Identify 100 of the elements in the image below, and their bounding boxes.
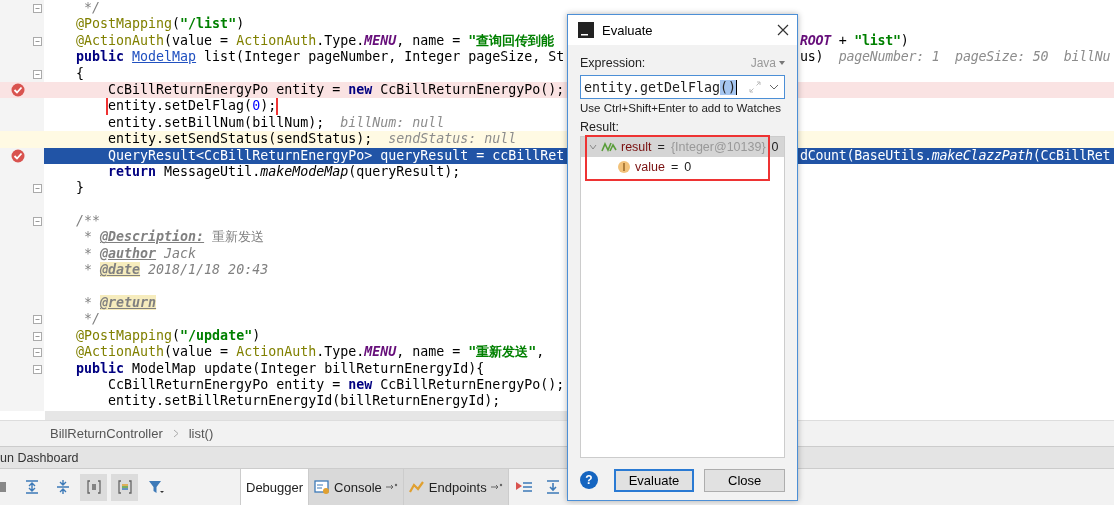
panel-title: un Dashboard xyxy=(0,450,79,465)
tree-row[interactable]: value = 0 xyxy=(587,157,768,177)
fold-marker-icon[interactable] xyxy=(33,184,42,194)
fold-marker-icon[interactable] xyxy=(33,348,42,358)
code-text: @ActionAuth xyxy=(76,344,165,360)
app-logo-icon xyxy=(578,22,594,38)
value-text: 0 xyxy=(771,140,779,154)
code-text: CcBillReturnEnergyPo(); xyxy=(380,377,565,392)
code-text: MessageUtil. xyxy=(164,163,261,179)
breadcrumb-item[interactable]: list() xyxy=(188,426,214,441)
code-text: ) xyxy=(236,16,245,32)
code-text: ) xyxy=(252,327,261,343)
code-text: Jack xyxy=(163,245,197,261)
tool-tab[interactable]: Debugger xyxy=(241,469,310,505)
pin-icon xyxy=(490,483,503,491)
code-text: entity.setBillNum(billNum); xyxy=(108,114,325,130)
fold-marker-icon[interactable] xyxy=(33,331,42,341)
code-text: sendStatus: null xyxy=(387,131,517,147)
colored-lines-icon xyxy=(116,479,133,495)
brackets-icon xyxy=(85,479,102,495)
dropdown-arrow-icon xyxy=(779,61,785,65)
code-text: ActionAuth xyxy=(236,344,317,360)
breakpoint-icon[interactable] xyxy=(11,148,25,163)
code-text: new xyxy=(348,377,374,392)
code-text: , name = xyxy=(396,32,462,48)
code-text: ActionAuth xyxy=(236,32,317,48)
code-text: "查询回传到能 xyxy=(468,32,555,48)
breadcrumb-item[interactable]: BillReturnController xyxy=(50,426,163,441)
code-text: (CcBillRet xyxy=(1032,147,1111,163)
tool-tab[interactable]: Console xyxy=(309,469,404,505)
code-text: new xyxy=(348,81,374,97)
fold-marker-icon[interactable] xyxy=(33,4,42,13)
code-text: entity.setBillReturnEnergyId(billReturnEnergyId); xyxy=(108,393,501,409)
code-text: (value = xyxy=(164,32,230,48)
code-text: MENU xyxy=(364,344,397,360)
code-text: /** xyxy=(76,213,101,229)
code-text: ) xyxy=(900,32,909,48)
code-text: public xyxy=(76,49,126,65)
code-text: CcBillReturnEnergyPo(); xyxy=(380,81,565,97)
code-text: us) xyxy=(800,49,824,65)
code-text: "重新发送" xyxy=(468,344,537,360)
code-text: CcBillReturnEnergyPo entity = xyxy=(108,377,342,392)
horizontal-scrollbar[interactable] xyxy=(45,411,567,420)
code-text: 重新发送 xyxy=(211,229,265,245)
filter-icon xyxy=(147,479,164,495)
toolbar-button[interactable] xyxy=(80,473,107,501)
code-text: .Type. xyxy=(316,32,365,48)
expression-text: entity.getDelFlag xyxy=(584,79,721,95)
dialog-title: Evaluate xyxy=(602,22,654,38)
code-text: * xyxy=(84,295,94,311)
fold-marker-icon[interactable] xyxy=(33,315,42,325)
code-text: ( xyxy=(172,327,181,343)
zigzag-icon xyxy=(408,479,425,495)
fold-marker-icon[interactable] xyxy=(33,217,42,227)
code-text: , xyxy=(536,344,545,360)
toolbar-button[interactable] xyxy=(111,473,138,501)
code-text: pageNumber: 1 pageSize: 50 billNu xyxy=(837,49,1111,65)
hint-text: Use Ctrl+Shift+Enter to add to Watches xyxy=(580,102,782,114)
code-text: ModelMap xyxy=(132,49,197,65)
code-text: makeModeMap xyxy=(260,163,349,179)
code-text: (queryResult); xyxy=(348,163,461,179)
zigzag-icon xyxy=(601,141,617,153)
show-execution-point-icon[interactable] xyxy=(514,479,533,495)
code-text: @PostMapping xyxy=(76,16,173,32)
code-text: @PostMapping xyxy=(76,327,173,343)
code-text: "/list" xyxy=(180,16,237,32)
code-text: return xyxy=(108,163,158,179)
console-icon xyxy=(314,479,331,495)
code-text: @Description: xyxy=(100,229,205,245)
step-over-icon[interactable] xyxy=(544,479,561,495)
breakpoint-icon[interactable] xyxy=(11,82,25,97)
code-text: billNum: null xyxy=(339,114,445,130)
code-text: ); xyxy=(260,98,277,114)
code-text: { xyxy=(76,65,84,81)
code-text: "/update" xyxy=(180,327,253,343)
code-text: dCount(BaseUtils. xyxy=(800,147,932,163)
tool-tab[interactable]: Endpoints xyxy=(403,469,509,505)
help-button[interactable]: ? xyxy=(580,471,598,489)
code-text: MENU xyxy=(364,32,397,48)
close-icon[interactable] xyxy=(777,24,789,36)
toolbar-icon[interactable] xyxy=(0,480,8,494)
code-text: @date xyxy=(100,262,141,278)
dialog-button[interactable]: Close xyxy=(704,468,785,492)
code-text: @ActionAuth xyxy=(76,32,165,48)
code-text: makeClazzPath xyxy=(931,147,1033,163)
fold-marker-icon[interactable] xyxy=(33,36,42,46)
tree-row[interactable]: result = {Integer@10139} 0 xyxy=(581,137,784,157)
code-text: entity.setDelFlag( xyxy=(108,98,253,114)
fold-marker-icon[interactable] xyxy=(33,364,42,374)
code-text: ( xyxy=(172,16,181,32)
chevron-down-icon[interactable] xyxy=(769,84,779,90)
fold-marker-icon[interactable] xyxy=(33,69,42,79)
expand-icon[interactable] xyxy=(749,81,761,93)
code-text: } xyxy=(76,180,84,196)
dialog-button[interactable]: Evaluate xyxy=(613,468,695,492)
code-text: public xyxy=(76,360,126,376)
collapse-all-icon xyxy=(54,479,71,495)
code-text: + xyxy=(837,32,848,48)
code-text: .Type. xyxy=(316,344,365,360)
code-text: , name = xyxy=(396,344,462,360)
